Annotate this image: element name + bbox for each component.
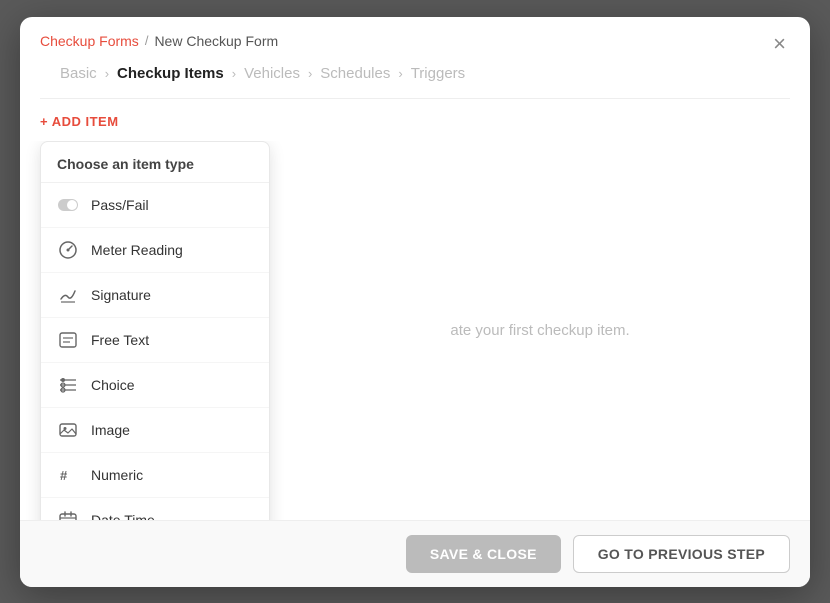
breadcrumb-current: New Checkup Form <box>154 33 278 49</box>
choice-icon <box>57 374 79 396</box>
item-type-choice[interactable]: Choice <box>41 363 269 408</box>
breadcrumb: Checkup Forms / New Checkup Form <box>40 33 790 49</box>
chevron-icon-3: › <box>308 66 312 81</box>
svg-text:#: # <box>60 468 68 483</box>
item-type-signature[interactable]: Signature <box>41 273 269 318</box>
image-icon <box>57 419 79 441</box>
item-type-image[interactable]: Image <box>41 408 269 453</box>
meter-icon <box>57 239 79 261</box>
item-type-numeric[interactable]: # Numeric <box>41 453 269 498</box>
add-item-bar: + ADD ITEM <box>20 99 810 141</box>
chevron-icon-4: › <box>398 66 402 81</box>
step-vehicles[interactable]: Vehicles <box>244 65 300 82</box>
signature-icon <box>57 284 79 306</box>
modal-header: Checkup Forms / New Checkup Form × Basic… <box>20 17 810 99</box>
dropdown-header: Choose an item type <box>41 142 269 183</box>
item-type-meter-reading[interactable]: Meter Reading <box>41 228 269 273</box>
breadcrumb-link[interactable]: Checkup Forms <box>40 33 139 49</box>
item-type-dropdown: Choose an item type Pass/Fail <box>40 141 270 520</box>
modal-overlay: Checkup Forms / New Checkup Form × Basic… <box>0 0 830 603</box>
close-button[interactable]: × <box>767 31 792 57</box>
placeholder-text: ate your first checkup item. <box>450 322 629 339</box>
item-label-choice: Choice <box>91 377 135 393</box>
step-checkup-items[interactable]: Checkup Items <box>117 65 224 82</box>
modal-footer: SAVE & CLOSE GO TO PREVIOUS STEP <box>20 520 810 587</box>
freetext-icon <box>57 329 79 351</box>
modal-body: + ADD ITEM Choose an item type Pass/Fail <box>20 99 810 520</box>
breadcrumb-separator: / <box>145 33 149 48</box>
chevron-icon-2: › <box>232 66 236 81</box>
item-label-pass-fail: Pass/Fail <box>91 197 149 213</box>
item-label-numeric: Numeric <box>91 467 143 483</box>
content-area: Choose an item type Pass/Fail <box>20 141 810 520</box>
add-item-button[interactable]: + ADD ITEM <box>40 114 119 129</box>
item-type-date-time[interactable]: Date Time <box>41 498 269 520</box>
step-triggers[interactable]: Triggers <box>411 65 465 82</box>
item-label-date-time: Date Time <box>91 512 155 520</box>
steps-navigation: Basic › Checkup Items › Vehicles › Sched… <box>40 65 790 99</box>
save-close-button[interactable]: SAVE & CLOSE <box>406 535 561 573</box>
toggle-icon <box>57 194 79 216</box>
modal-container: Checkup Forms / New Checkup Form × Basic… <box>20 17 810 587</box>
item-type-pass-fail[interactable]: Pass/Fail <box>41 183 269 228</box>
item-label-free-text: Free Text <box>91 332 149 348</box>
item-label-image: Image <box>91 422 130 438</box>
item-label-meter: Meter Reading <box>91 242 183 258</box>
numeric-icon: # <box>57 464 79 486</box>
item-type-free-text[interactable]: Free Text <box>41 318 269 363</box>
go-to-previous-button[interactable]: GO TO PREVIOUS STEP <box>573 535 790 573</box>
step-basic[interactable]: Basic <box>60 65 97 82</box>
datetime-icon <box>57 509 79 520</box>
item-label-signature: Signature <box>91 287 151 303</box>
chevron-icon-1: › <box>105 66 109 81</box>
step-schedules[interactable]: Schedules <box>320 65 390 82</box>
